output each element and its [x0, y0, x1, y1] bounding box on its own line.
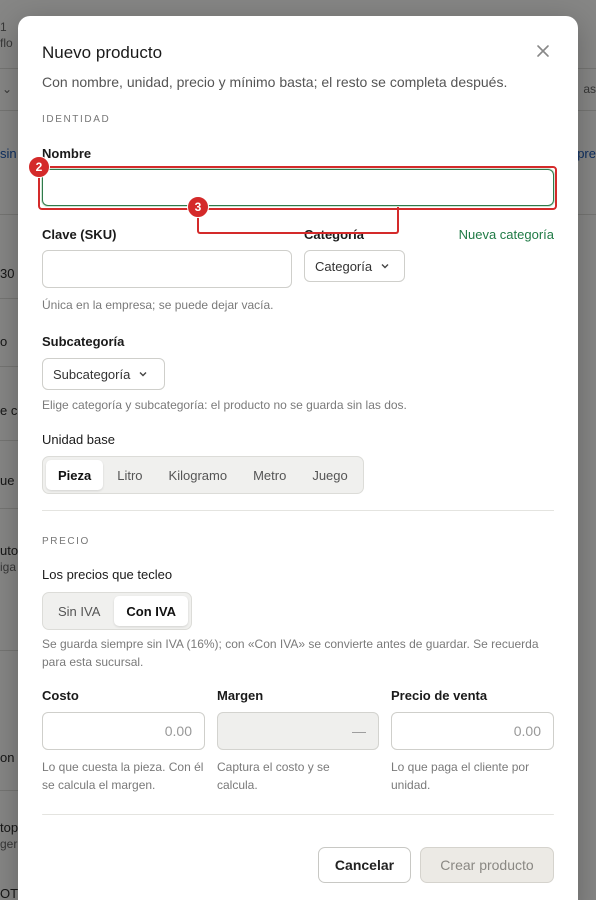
- unidad-option-pieza[interactable]: Pieza: [46, 460, 104, 490]
- dialog-subtitle: Con nombre, unidad, precio y mínimo bast…: [42, 74, 508, 90]
- nombre-label: Nombre: [42, 146, 92, 161]
- costo-label: Costo: [42, 688, 79, 703]
- iva-help: Se guarda siempre sin IVA (16%); con «Co…: [42, 637, 539, 669]
- iva-segmented: Sin IVA Con IVA: [42, 592, 192, 630]
- subcategoria-help: Elige categoría y subcategoría: el produ…: [42, 398, 407, 412]
- sku-label: Clave (SKU): [42, 227, 117, 242]
- subcategoria-label: Subcategoría: [42, 334, 125, 349]
- margen-label: Margen: [217, 688, 264, 703]
- unidad-option-litro[interactable]: Litro: [105, 460, 154, 490]
- venta-label: Precio de venta: [391, 688, 488, 703]
- cancel-button[interactable]: Cancelar: [318, 847, 411, 883]
- margen-help: Captura el costo y se calcula.: [217, 760, 330, 792]
- chevron-down-icon: [139, 372, 147, 377]
- new-category-link[interactable]: Nueva categoría: [459, 227, 554, 242]
- annotation-badge-2: 2: [28, 156, 50, 178]
- annotation-badge-3: 3: [187, 196, 209, 218]
- nombre-input[interactable]: [42, 169, 554, 206]
- unidad-segmented: Pieza Litro Kilogramo Metro Juego: [42, 456, 364, 494]
- subcategoria-select-value: Subcategoría: [53, 366, 131, 382]
- close-icon[interactable]: [534, 42, 552, 60]
- unidad-option-juego[interactable]: Juego: [300, 460, 359, 490]
- sku-help: Única en la empresa; se puede dejar vací…: [42, 298, 274, 312]
- iva-option-sin[interactable]: Sin IVA: [46, 596, 112, 626]
- margen-input: [217, 712, 379, 750]
- venta-input[interactable]: [391, 712, 554, 750]
- section-price: PRECIO: [42, 536, 90, 547]
- subcategoria-select[interactable]: Subcategoría: [42, 358, 165, 390]
- precios-label: Los precios que tecleo: [42, 567, 173, 582]
- dialog-title: Nuevo producto: [42, 43, 163, 62]
- iva-option-con[interactable]: Con IVA: [114, 596, 188, 626]
- section-divider: [42, 510, 554, 511]
- venta-help: Lo que paga el cliente por unidad.: [391, 760, 530, 792]
- create-product-button[interactable]: Crear producto: [420, 847, 554, 883]
- categoria-label: Categoría: [304, 227, 364, 242]
- categoria-select[interactable]: Categoría: [304, 250, 405, 282]
- unidad-label: Unidad base: [42, 432, 115, 447]
- new-product-dialog: Nuevo producto Con nombre, unidad, preci…: [18, 16, 578, 900]
- costo-help: Lo que cuesta la pieza. Con él se calcul…: [42, 760, 204, 792]
- costo-input[interactable]: [42, 712, 205, 750]
- section-divider: [42, 814, 554, 815]
- unidad-option-metro[interactable]: Metro: [241, 460, 298, 490]
- categoria-select-value: Categoría: [315, 258, 373, 274]
- sku-input[interactable]: [42, 250, 292, 288]
- unidad-option-kilogramo[interactable]: Kilogramo: [157, 460, 240, 490]
- chevron-down-icon: [381, 264, 389, 269]
- section-identity: IDENTIDAD: [42, 114, 111, 125]
